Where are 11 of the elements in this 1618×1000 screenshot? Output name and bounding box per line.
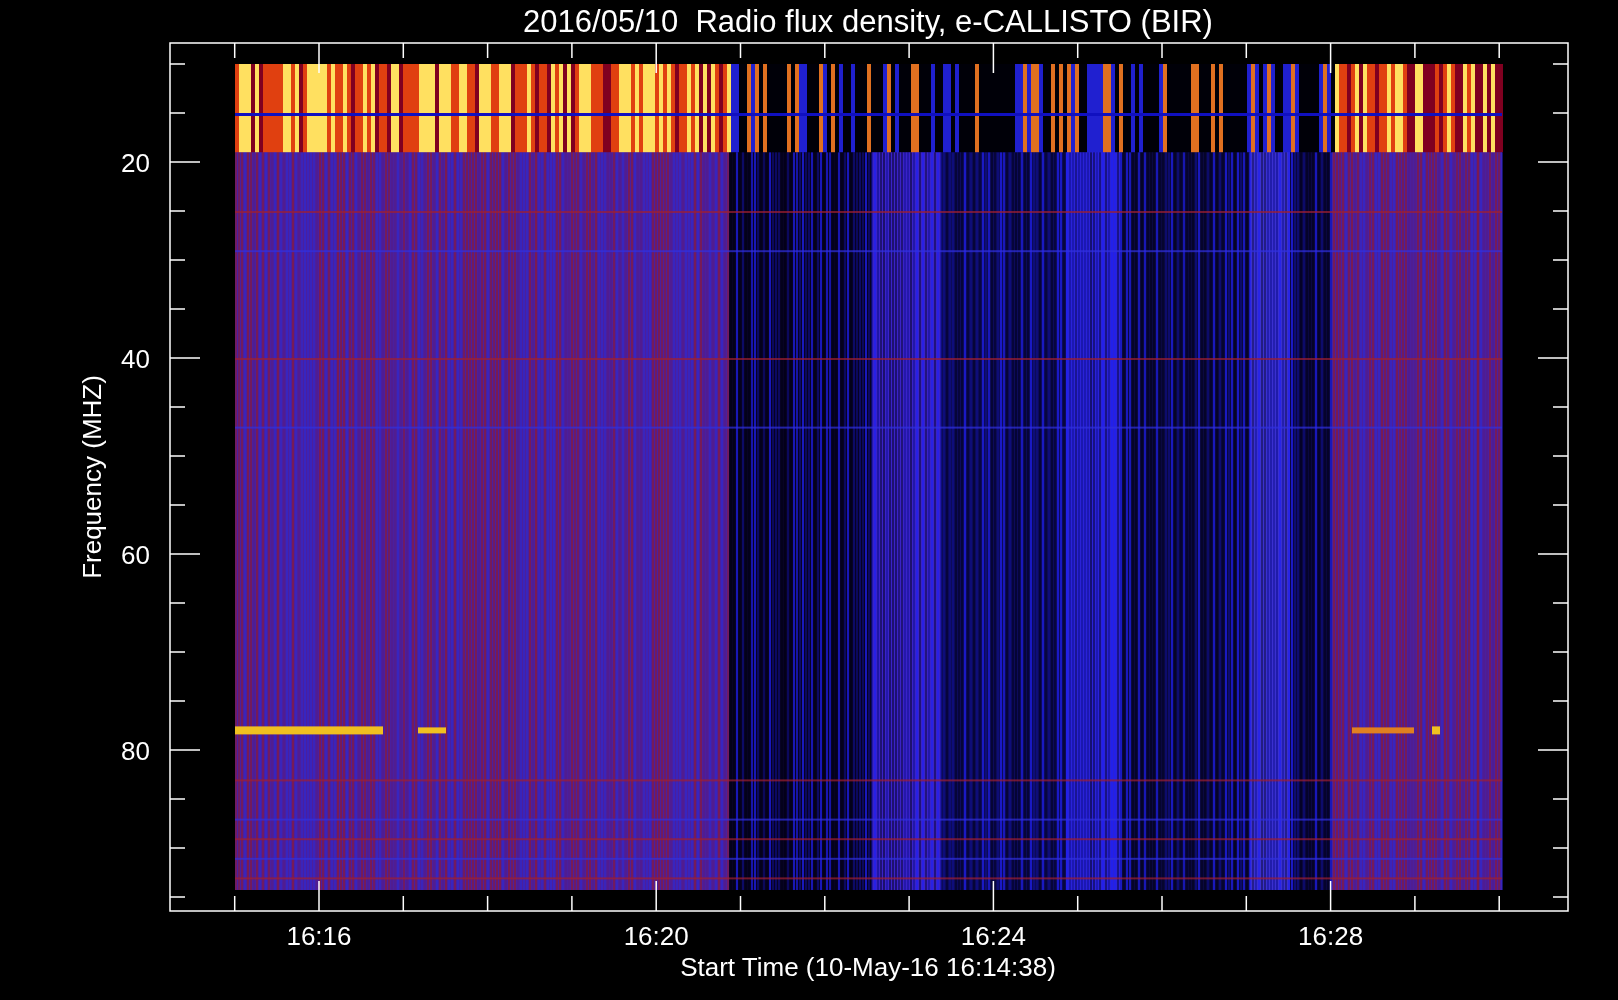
x-tick-label: 16:20 xyxy=(623,921,689,951)
x-tick-label: 16:28 xyxy=(1298,921,1364,951)
chart-title: 2016/05/10 Radio flux density, e-CALLISTO (BIR) xyxy=(523,4,1213,39)
y-axis-label: Frequency (MHZ) xyxy=(77,375,107,579)
x-axis-label: Start Time (10-May-16 16:14:38) xyxy=(680,952,1056,982)
y-tick-label: 20 xyxy=(121,148,150,178)
y-tick-label: 80 xyxy=(121,736,150,766)
y-tick-label: 60 xyxy=(121,540,150,570)
x-tick-label: 16:24 xyxy=(960,921,1026,951)
y-tick-label: 40 xyxy=(121,344,150,374)
x-tick-label: 16:16 xyxy=(286,921,352,951)
